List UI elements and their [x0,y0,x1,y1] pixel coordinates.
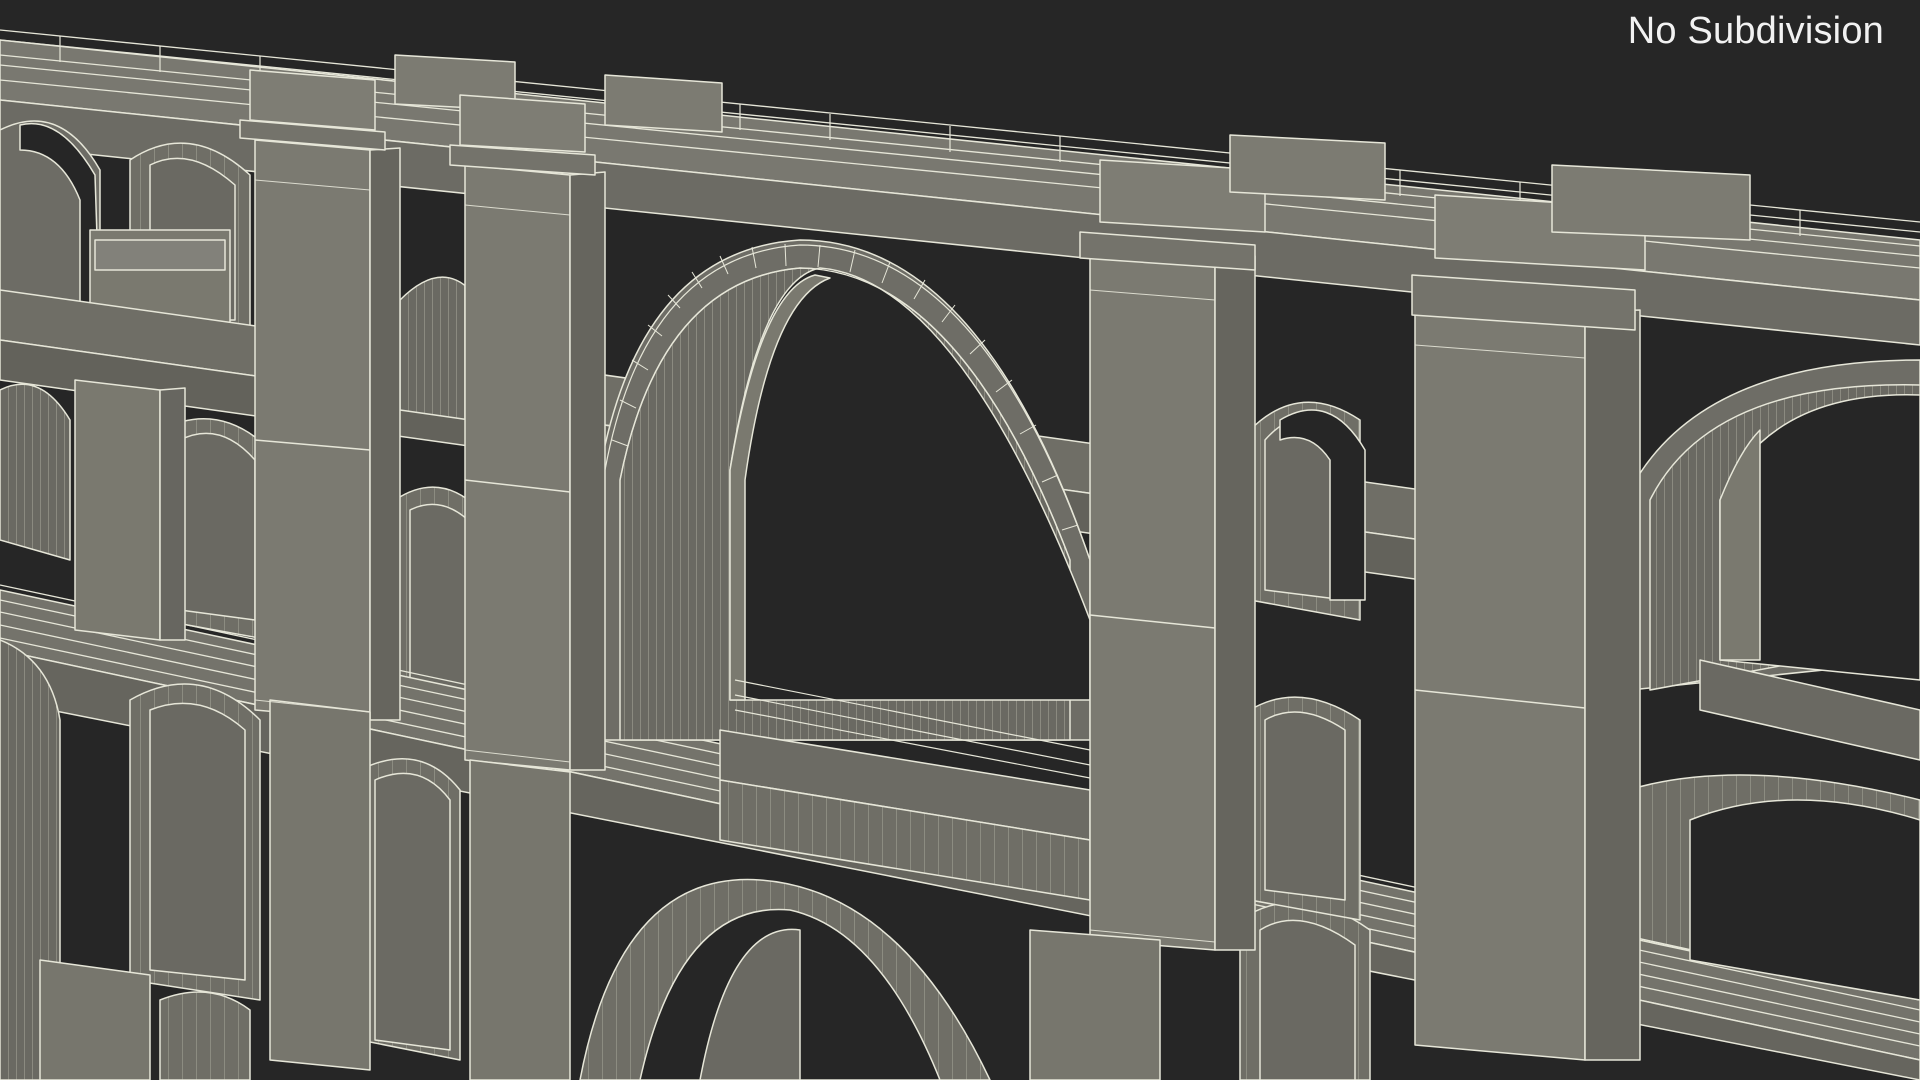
subdivision-label: No Subdivision [1627,10,1884,52]
render-viewport: No Subdivision [0,0,1920,1080]
bridge-render [0,29,1920,1080]
